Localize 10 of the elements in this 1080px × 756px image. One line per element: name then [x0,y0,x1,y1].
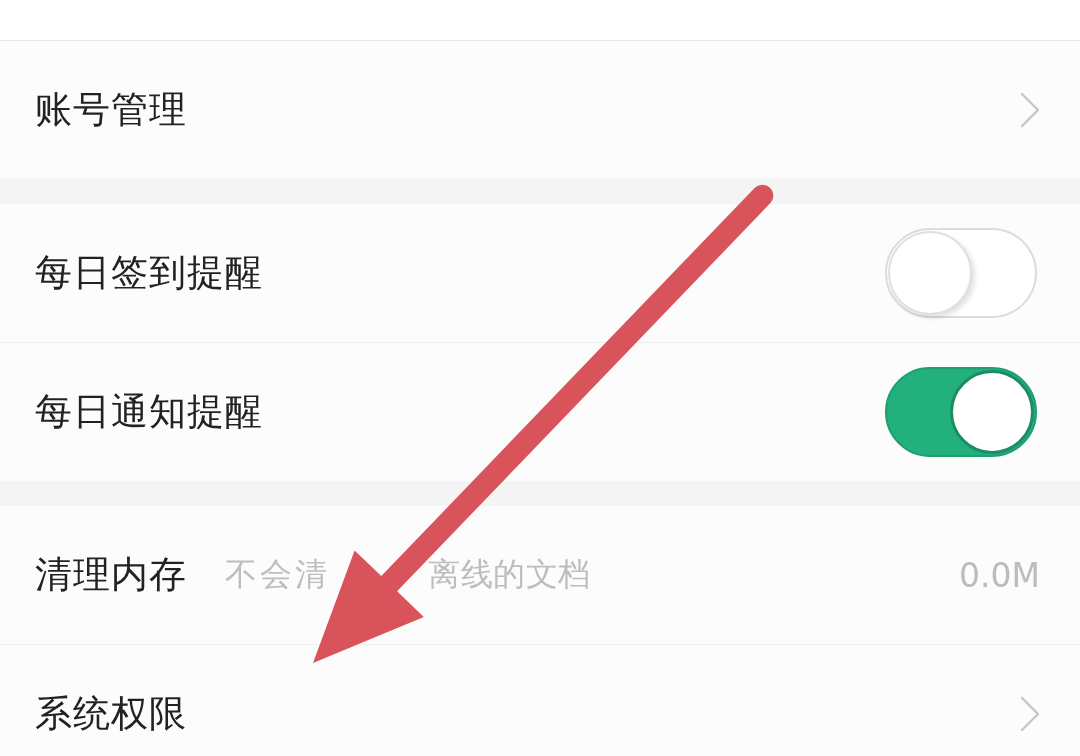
setting-label: 系统权限 [35,691,187,737]
setting-label: 账号管理 [35,87,187,133]
cache-size-value: 0.0M [959,555,1040,595]
setting-label: 每日通知提醒 [35,389,263,435]
setting-label: 每日签到提醒 [35,250,263,296]
setting-label: 清理内存 [35,552,187,598]
hint-text: 离线的文档 [428,554,591,595]
hint-text: 不会清 [225,554,330,595]
chevron-right-icon[interactable] [1020,92,1040,128]
chevron-right-icon[interactable] [1020,696,1040,732]
